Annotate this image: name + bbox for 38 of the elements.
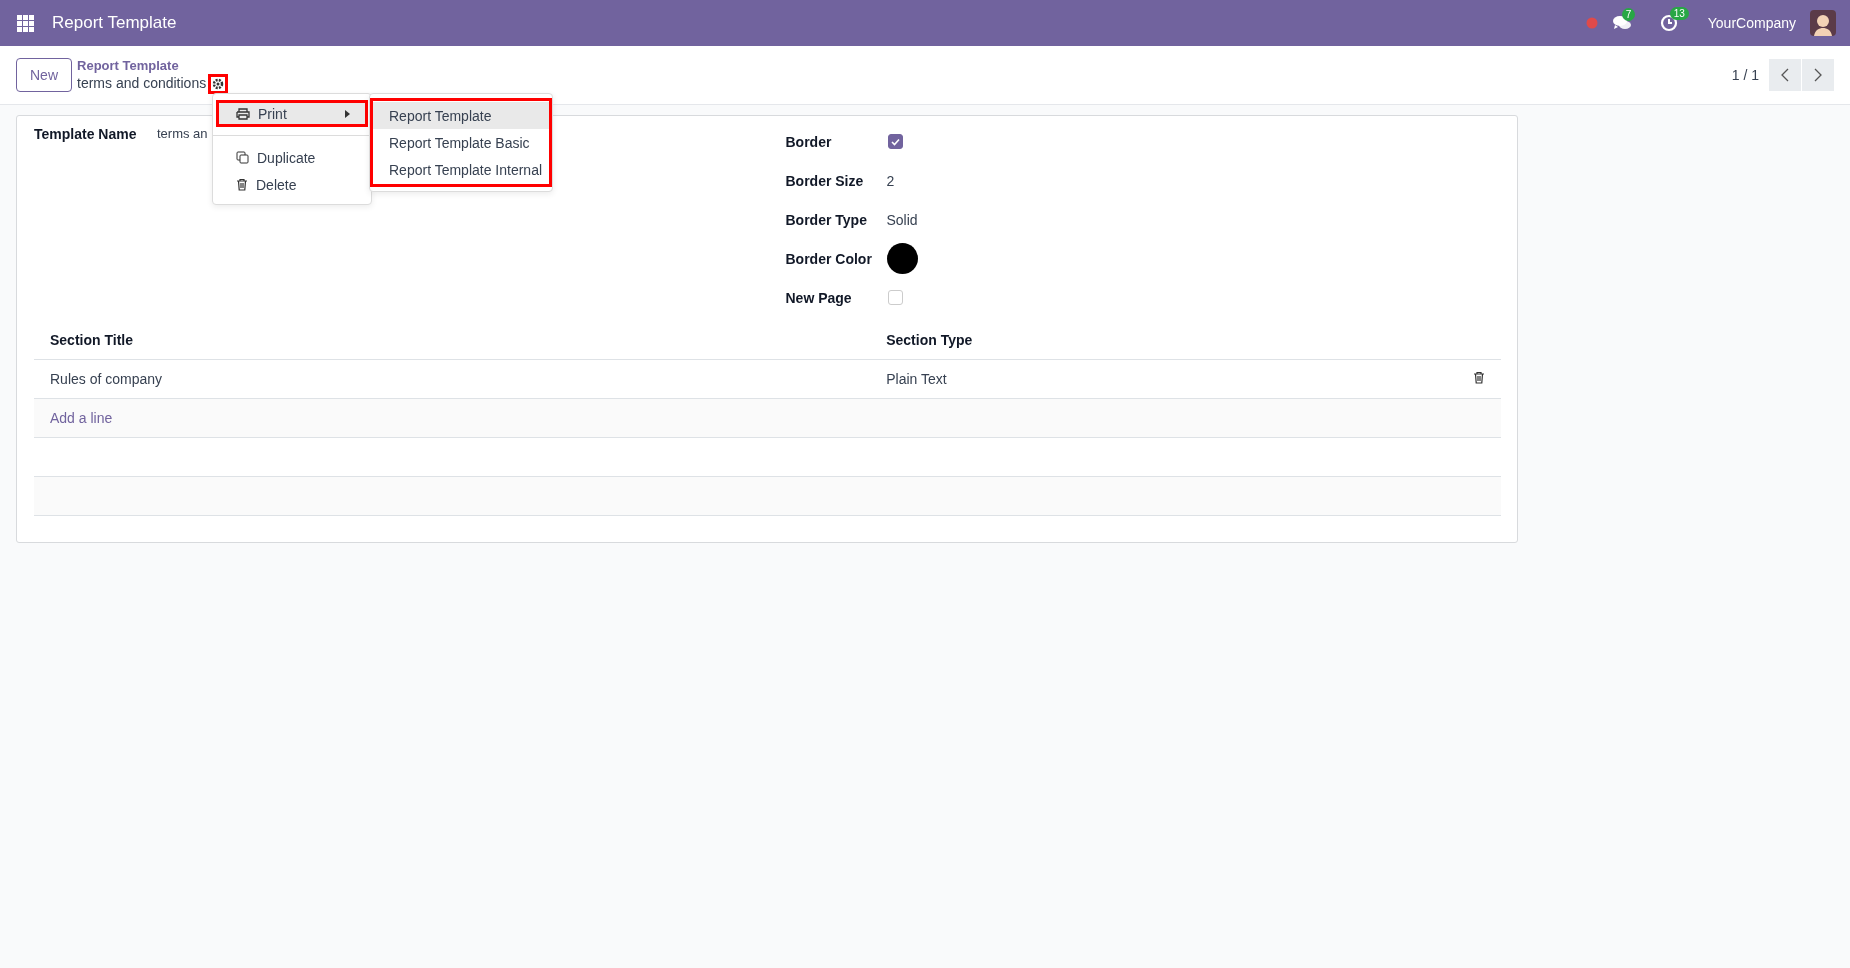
table-cell[interactable]: Plain Text xyxy=(870,359,1449,399)
field-value[interactable]: Solid xyxy=(886,211,918,228)
field-label: Border xyxy=(785,133,833,150)
caret-icon xyxy=(345,109,350,118)
gear-icon xyxy=(212,77,225,90)
chevron-right-icon xyxy=(1813,68,1823,82)
field-value[interactable]: terms an xyxy=(157,126,208,141)
field-label: Border Type xyxy=(785,211,868,228)
avatar-icon[interactable] xyxy=(1810,10,1836,36)
pager-counter: 1 / 1 xyxy=(1731,67,1759,83)
new-button[interactable]: New xyxy=(16,58,72,92)
delete-row-icon xyxy=(1473,371,1485,384)
field-value[interactable]: 2 xyxy=(886,172,895,189)
field-label: New Page xyxy=(785,289,853,306)
settings-button[interactable] xyxy=(208,73,229,94)
field-label: Template Name xyxy=(34,126,138,142)
add-line-link[interactable]: Add a line xyxy=(50,410,113,426)
chevron-left-icon xyxy=(1780,68,1790,82)
message-count-badge: 7 xyxy=(1621,8,1636,21)
trash-icon xyxy=(236,178,248,191)
table-cell[interactable]: Rules of company xyxy=(34,359,871,399)
printer-icon xyxy=(236,107,250,120)
record-name: terms and conditions xyxy=(77,75,207,92)
copy-icon xyxy=(236,151,249,164)
company-name[interactable]: YourCompany xyxy=(1707,15,1796,31)
checkbox[interactable] xyxy=(887,134,903,149)
activity-count-badge: 13 xyxy=(1669,7,1689,20)
column-header[interactable]: Section Type xyxy=(870,321,1449,360)
menu-item[interactable]: Print xyxy=(216,100,368,127)
field-label: Border Size xyxy=(785,172,865,189)
app-grid-icon[interactable] xyxy=(17,14,34,32)
field-label: Border Color xyxy=(785,250,873,267)
app-title[interactable]: Report Template xyxy=(52,13,177,33)
breadcrumb-link[interactable]: Report Template xyxy=(77,56,229,74)
check-icon xyxy=(890,137,900,146)
color-swatch[interactable] xyxy=(886,243,918,274)
status-dot-icon[interactable] xyxy=(1585,17,1598,29)
column-header[interactable]: Section Title xyxy=(34,321,871,360)
